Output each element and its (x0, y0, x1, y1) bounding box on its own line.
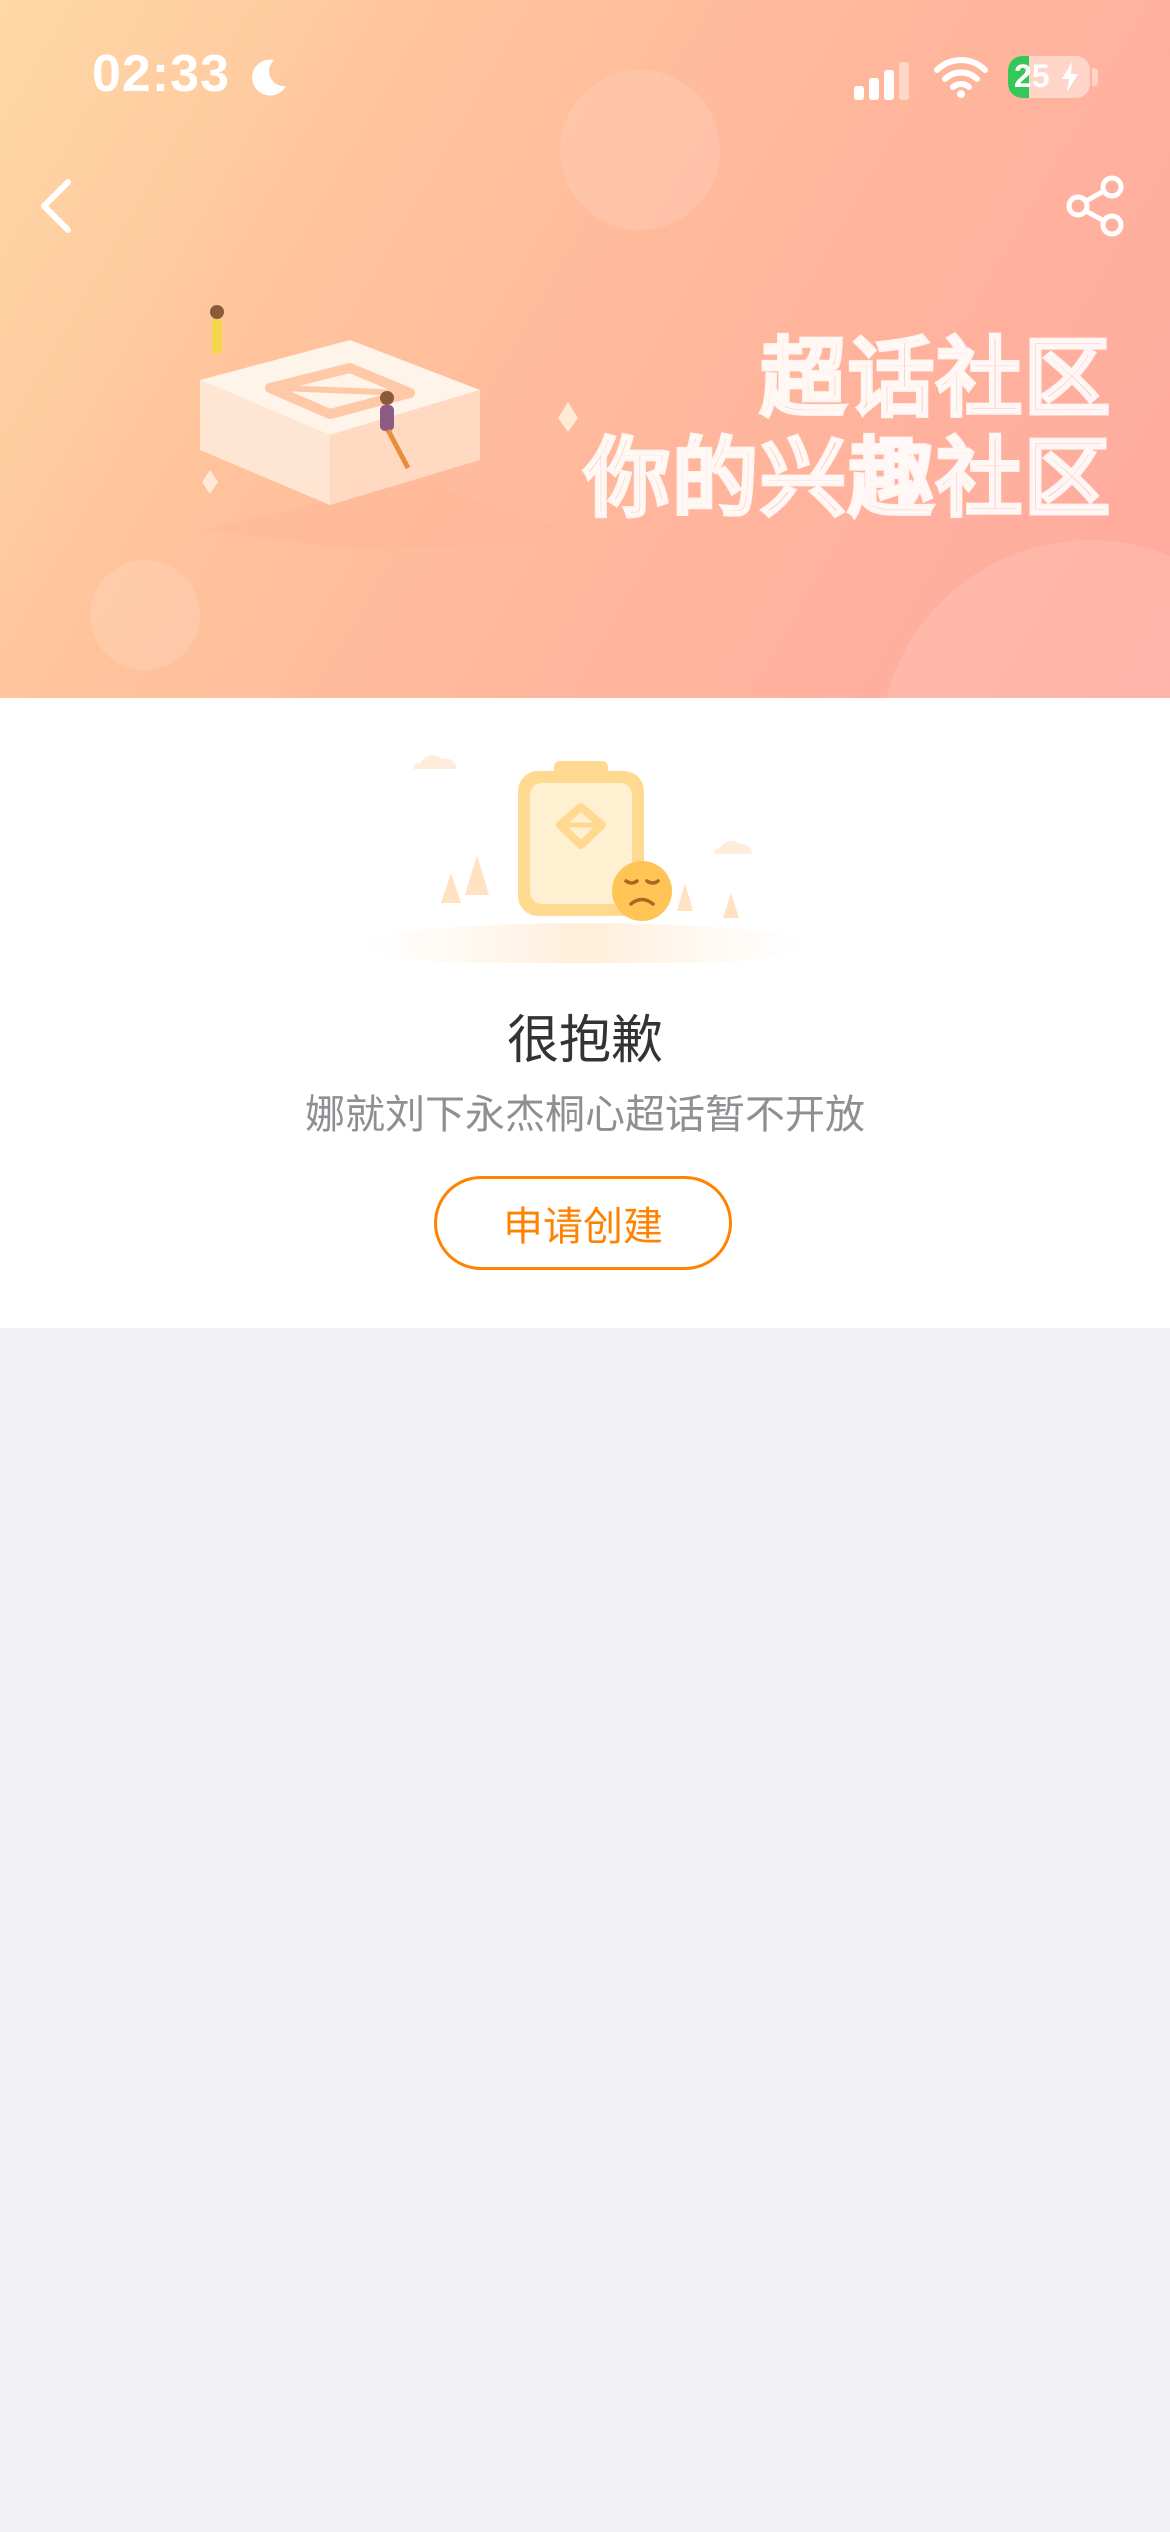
banner-decoration (880, 540, 1170, 698)
header-banner: 02:33 25 超话社区 你的兴趣社区 (0, 0, 1170, 698)
moon-icon (252, 59, 286, 96)
banner-slogan-line1: 超话社区 (759, 329, 1112, 429)
page-background (0, 1328, 1170, 2532)
share-icon (1066, 175, 1124, 237)
sorry-title: 很抱歉 (506, 1011, 663, 1071)
battery-level: 25 (1014, 58, 1050, 94)
banner-slogan-line2: 你的兴趣社区 (583, 429, 1112, 529)
wifi-icon (934, 57, 988, 98)
back-button[interactable] (22, 170, 94, 242)
banner-illustration (200, 305, 590, 550)
banner-decoration (90, 560, 200, 670)
apply-create-button[interactable]: 申请创建 (434, 1176, 732, 1270)
battery-cap (1092, 68, 1098, 86)
status-time: 02:33 (92, 45, 230, 103)
banner-decoration (560, 70, 720, 230)
signal-icon (854, 62, 909, 100)
empty-state-card: 很抱歉 娜就刘下永杰桐心超话暂不开放 申请创建 (0, 698, 1170, 1328)
sorry-description: 娜就刘下永杰桐心超话暂不开放 (305, 1092, 865, 1138)
battery-icon: 25 (1008, 56, 1090, 98)
share-button[interactable] (1060, 170, 1132, 242)
back-arrow-icon (41, 179, 71, 233)
empty-state-illustration (360, 754, 810, 963)
charging-bolt-icon (1062, 62, 1078, 92)
